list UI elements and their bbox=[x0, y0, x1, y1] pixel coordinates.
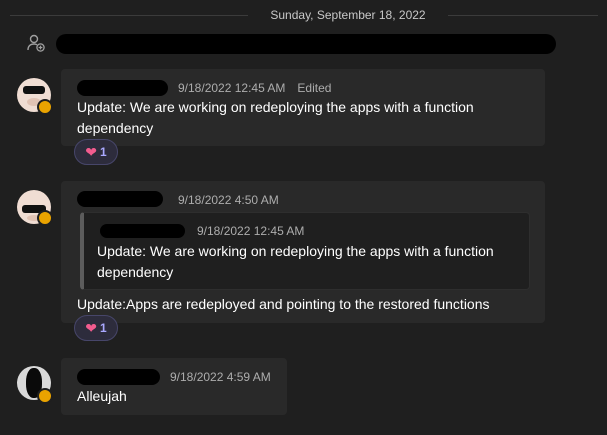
away-status-badge bbox=[37, 210, 53, 226]
quote-text-line: dependency bbox=[97, 264, 174, 280]
reaction-heart[interactable]: ❤ 1 bbox=[74, 315, 118, 341]
reaction-heart[interactable]: ❤ 1 bbox=[74, 139, 118, 165]
divider-line-left bbox=[10, 15, 248, 16]
add-person-icon bbox=[27, 34, 45, 52]
chat-thread: Sunday, September 18, 2022 9/18/2022 12:… bbox=[0, 0, 607, 435]
date-divider: Sunday, September 18, 2022 bbox=[0, 0, 607, 30]
message-text-line: Update: We are working on redeploying th… bbox=[77, 99, 474, 115]
edited-label: Edited bbox=[297, 81, 332, 95]
redacted-sender-name bbox=[77, 80, 168, 96]
heart-icon: ❤ bbox=[85, 320, 98, 336]
away-status-badge bbox=[37, 388, 53, 404]
away-status-badge bbox=[37, 99, 53, 115]
reaction-count: 1 bbox=[100, 321, 107, 335]
redacted-quoted-sender bbox=[100, 224, 185, 238]
message-meta: 9/18/2022 12:45 AM Edited bbox=[178, 81, 331, 95]
message-text: Update:Apps are redeployed and pointing … bbox=[77, 296, 490, 312]
message-text: Alleujah bbox=[77, 388, 127, 404]
redacted-sender-name bbox=[77, 369, 160, 385]
message-meta: 9/18/2022 4:50 AM bbox=[178, 193, 279, 207]
message-timestamp: 9/18/2022 4:50 AM bbox=[178, 193, 279, 207]
quote-text-line: Update: We are working on redeploying th… bbox=[97, 243, 494, 259]
reaction-count: 1 bbox=[100, 145, 107, 159]
divider-line-right bbox=[448, 15, 598, 16]
message-meta: 9/18/2022 4:59 AM bbox=[170, 370, 271, 384]
message-timestamp: 9/18/2022 12:45 AM bbox=[178, 81, 286, 95]
quote-timestamp: 9/18/2022 12:45 AM bbox=[197, 224, 305, 238]
system-event-row bbox=[0, 30, 607, 58]
quote-text: Update: We are working on redeploying th… bbox=[97, 241, 517, 283]
redacted-sender-name bbox=[77, 191, 163, 207]
message-timestamp: 9/18/2022 4:59 AM bbox=[170, 370, 271, 384]
message-text-line: dependency bbox=[77, 120, 154, 136]
message-text: Update: We are working on redeploying th… bbox=[77, 97, 537, 139]
date-divider-label: Sunday, September 18, 2022 bbox=[270, 8, 426, 22]
heart-icon: ❤ bbox=[85, 144, 98, 160]
redacted-system-text bbox=[56, 34, 556, 54]
